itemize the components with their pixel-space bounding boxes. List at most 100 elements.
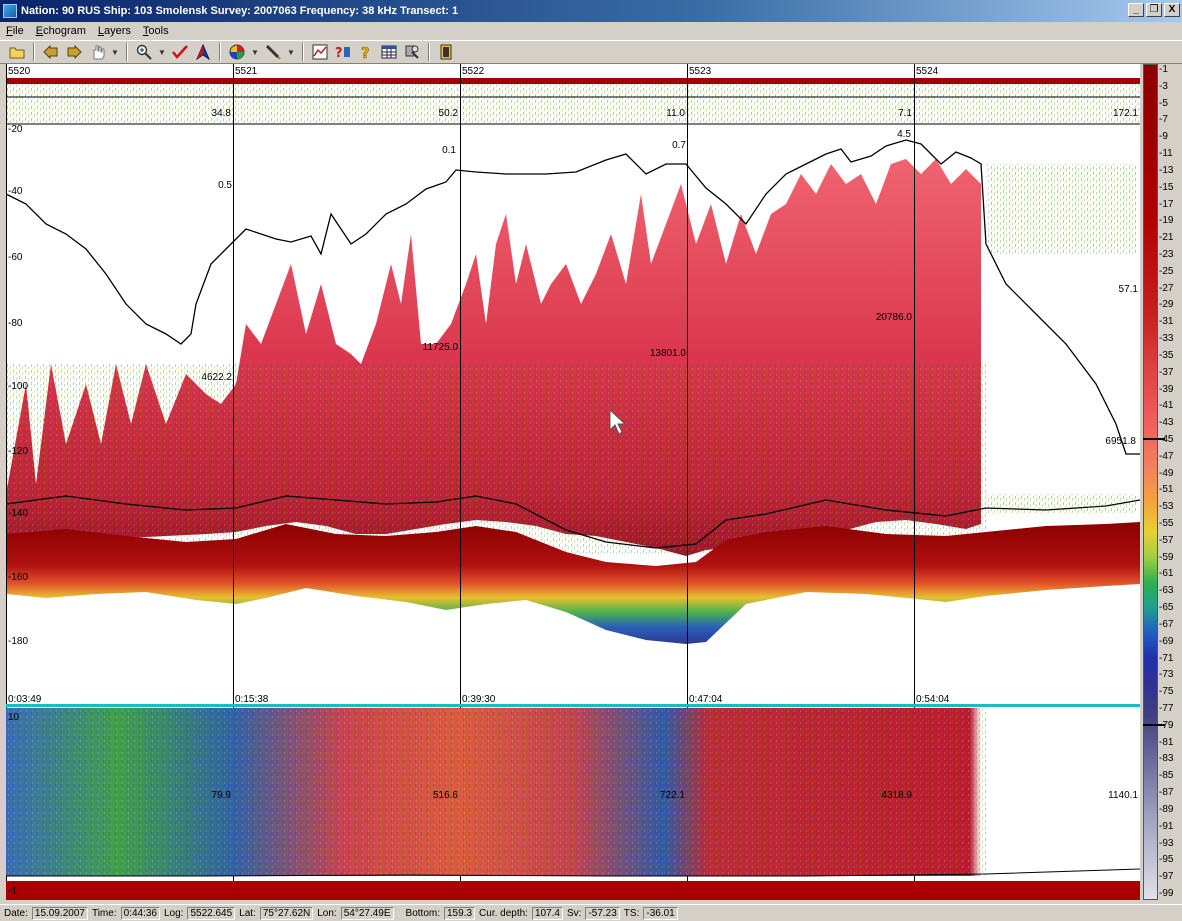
help-icon[interactable]: ?: [357, 43, 375, 61]
time-mark-label: 0:15:38: [235, 694, 269, 705]
close-button[interactable]: X: [1164, 3, 1180, 17]
depth-label: -80: [8, 318, 23, 329]
palette-scale-label: -51: [1159, 484, 1174, 496]
toolbar-separator: [126, 43, 128, 61]
bottom-value: 159.3: [444, 906, 476, 920]
palette-scale-label: -11: [1159, 148, 1173, 160]
palette-threshold-lower[interactable]: [1143, 723, 1165, 726]
menu-file[interactable]: File: [6, 25, 24, 37]
palette-dropdown-icon[interactable]: ▼: [251, 48, 259, 57]
time-label: Time:: [91, 907, 117, 919]
echogram-canvas[interactable]: -20-40-60-80-100-120-140-160-180 5520 552…: [5, 64, 1141, 900]
menu-tools[interactable]: Tools: [143, 25, 169, 37]
depth-label: -100: [8, 381, 28, 392]
palette-scale-label: -91: [1159, 820, 1174, 832]
right-scatter-layer: [986, 164, 1136, 254]
palette-scale-label: -21: [1159, 232, 1174, 244]
palette-scale-label: -73: [1159, 669, 1174, 681]
palette-scale-label: -33: [1159, 333, 1174, 345]
toolbar: ▼ ▼ ▼ ▼ ? ?: [0, 40, 1182, 64]
palette-scale-label: -83: [1159, 753, 1174, 765]
bottom-label: Bottom:: [405, 907, 440, 919]
palette-scale-label: -5: [1159, 97, 1168, 109]
palette-scale-label: -99: [1159, 888, 1174, 899]
palette-scale-label: -13: [1159, 164, 1174, 176]
upper-layer-value: 11.0: [666, 108, 685, 119]
log-label: Log:: [163, 907, 184, 919]
chart-icon[interactable]: [311, 43, 329, 61]
menu-echogram[interactable]: Echogram: [36, 25, 86, 37]
settings-icon[interactable]: [403, 43, 421, 61]
lat-label: Lat:: [239, 907, 256, 919]
palette-icon[interactable]: [228, 43, 246, 61]
echogram-view[interactable]: -20 -40 -60 -80 -100 -120 -140 -160 -180 5520 552…: [5, 64, 1141, 900]
lon-value: 54°27.49E: [340, 906, 394, 920]
palette-bar: [1143, 64, 1158, 900]
palette-scale-label: -87: [1159, 787, 1174, 799]
time-value: 0:44:36: [120, 906, 160, 920]
school-value: 11725.0: [423, 342, 459, 353]
svg-text:?: ?: [335, 46, 343, 60]
palette-scale-label: -63: [1159, 585, 1174, 597]
depth-label: -140: [8, 508, 28, 519]
navigate-icon[interactable]: [194, 43, 212, 61]
palette-scale-label: -75: [1159, 686, 1174, 698]
status-bar: Date: 15.09.2007 Time: 0:44:36 Log: 5522…: [0, 904, 1182, 921]
palette-scale-label: -27: [1159, 282, 1174, 294]
table-icon[interactable]: [380, 43, 398, 61]
palette-scale-label: -9: [1159, 131, 1168, 143]
zoom-dropdown-icon[interactable]: ▼: [158, 48, 166, 57]
upper-layer-value: 50.2: [439, 108, 459, 119]
depth-label: -120: [8, 446, 28, 457]
open-folder-icon[interactable]: [8, 43, 26, 61]
date-label: Date:: [4, 907, 28, 919]
distance-mark-label: 5520: [8, 66, 31, 77]
pen-dropdown-icon[interactable]: ▼: [287, 48, 295, 57]
minimize-button[interactable]: _: [1128, 3, 1144, 17]
time-mark-label: 0:39:30: [462, 694, 496, 705]
depth-label: -180: [8, 636, 28, 647]
lower-noise: [6, 708, 986, 876]
lower-panel-bottom-label: -1: [8, 886, 17, 897]
exit-icon[interactable]: [437, 43, 455, 61]
help-context-icon[interactable]: ?: [334, 43, 352, 61]
hand-dropdown-icon[interactable]: ▼: [111, 48, 119, 57]
pen-icon[interactable]: [264, 43, 282, 61]
hand-icon[interactable]: [88, 43, 106, 61]
lower-seabed-band: [6, 881, 1140, 900]
prev-icon[interactable]: [42, 43, 60, 61]
time-mark-label: 0:03:49: [8, 694, 42, 705]
palette-scale-label: -65: [1159, 602, 1174, 614]
color-palette[interactable]: -1 -3 -5 -7 -9 -11 -13 -15 -17 -19 -21 -23 -25 -27 -29…: [1143, 64, 1182, 900]
palette-scale-label: -35: [1159, 349, 1174, 361]
menu-layers[interactable]: Layers: [98, 25, 131, 37]
palette-scale-label: -41: [1159, 400, 1174, 412]
distance-axis: 5520 5521 5522 5523 5524: [8, 66, 939, 77]
palette-scale-label: -95: [1159, 854, 1174, 866]
zoom-icon[interactable]: [135, 43, 153, 61]
svg-text:?: ?: [361, 44, 370, 60]
palette-scale-label: -39: [1159, 383, 1174, 395]
lower-panel-value: 79.9: [212, 790, 232, 801]
log-value: 5522.645: [187, 906, 236, 920]
toolbar-separator: [33, 43, 35, 61]
lon-label: Lon:: [317, 907, 337, 919]
palette-scale-label: -77: [1159, 703, 1174, 715]
restore-button[interactable]: ❐: [1146, 3, 1162, 17]
palette-scale-label: -25: [1159, 265, 1174, 277]
fish-speckle: [6, 364, 986, 554]
palette-scale-label: -1: [1159, 64, 1168, 75]
palette-scale-label: -81: [1159, 736, 1174, 748]
next-icon[interactable]: [65, 43, 83, 61]
palette-threshold-upper[interactable]: [1143, 437, 1165, 440]
check-icon[interactable]: [171, 43, 189, 61]
lower-panel-value: 722.1: [660, 790, 685, 801]
depth-label: -60: [8, 252, 23, 263]
date-value: 15.09.2007: [31, 906, 88, 920]
sv-value: -57.23: [585, 906, 620, 920]
depth-label: -160: [8, 572, 28, 583]
palette-scale-label: -7: [1159, 114, 1168, 126]
palette-scale-label: -29: [1159, 299, 1174, 311]
depth-label: -40: [8, 186, 23, 197]
surface-noise: [6, 84, 1140, 124]
